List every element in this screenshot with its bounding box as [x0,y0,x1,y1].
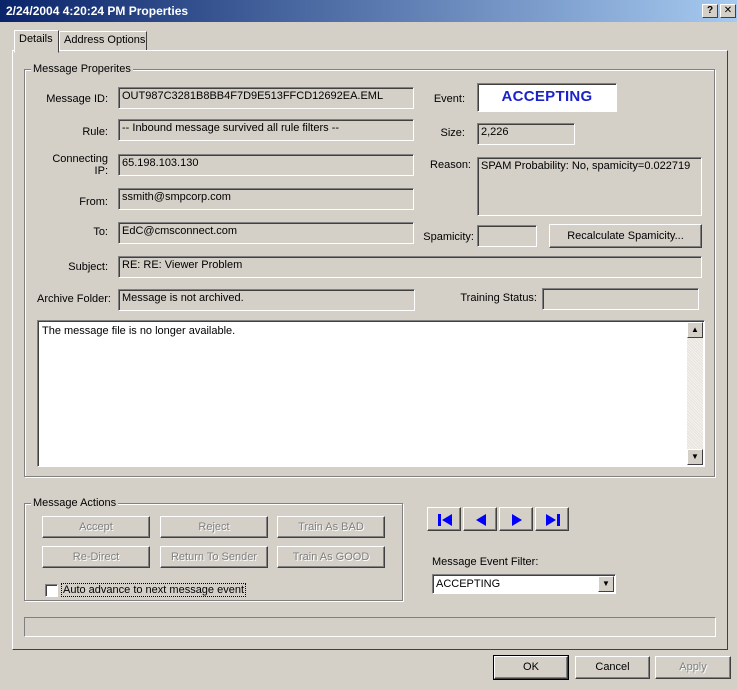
archive-folder-label: Archive Folder: [37,293,111,305]
message-body-text: The message file is no longer available. [42,325,236,337]
next-message-button[interactable] [499,507,533,531]
first-message-button[interactable] [427,507,461,531]
message-body-textarea[interactable]: The message file is no longer available.… [37,320,705,467]
previous-message-button[interactable] [463,507,497,531]
size-label: Size: [440,127,465,139]
redirect-button[interactable]: Re-Direct [42,546,150,568]
skip-to-last-icon [546,514,560,526]
status-bar [24,617,716,637]
message-event-filter-value: ACCEPTING [436,578,501,590]
scroll-down-button[interactable]: ▼ [687,449,703,465]
event-label: Event: [433,93,465,105]
next-icon [512,514,522,526]
auto-advance-checkbox[interactable] [45,584,58,597]
training-status-label: Training Status: [460,292,537,304]
scroll-up-icon: ▲ [691,325,699,334]
return-to-sender-button[interactable]: Return To Sender [160,546,268,568]
previous-icon [476,514,486,526]
train-as-good-button[interactable]: Train As GOOD [277,546,385,568]
to-label: To: [93,226,108,238]
ok-button[interactable]: OK [493,655,569,680]
dropdown-arrow-button[interactable]: ▼ [598,576,614,592]
rule-field: -- Inbound message survived all rule fil… [118,119,414,141]
train-as-bad-button[interactable]: Train As BAD [277,516,385,538]
message-id-label: Message ID: [46,93,108,105]
subject-field: RE: RE: Viewer Problem [118,256,702,278]
auto-advance-label[interactable]: Auto advance to next message event [60,583,247,597]
last-message-button[interactable] [535,507,569,531]
chevron-down-icon: ▼ [602,579,610,588]
reason-label: Reason: [430,159,471,171]
vertical-scrollbar[interactable]: ▲ ▼ [687,322,703,465]
cancel-button[interactable]: Cancel [575,656,650,679]
reject-button[interactable]: Reject [160,516,268,538]
rule-label: Rule: [82,126,108,138]
connecting-ip-field: 65.198.103.130 [118,154,414,176]
to-field: EdC@cmsconnect.com [118,222,414,244]
subject-label: Subject: [68,261,108,273]
connecting-ip-label-line1: Connecting [52,153,108,165]
event-status: ACCEPTING [477,83,617,112]
apply-button[interactable]: Apply [655,656,731,679]
message-actions-group-label: Message Actions [31,497,119,509]
scroll-up-button[interactable]: ▲ [687,322,703,338]
message-event-filter-label: Message Event Filter: [432,556,539,568]
message-event-filter-dropdown[interactable]: ACCEPTING ▼ [432,574,616,594]
spamicity-label: Spamicity: [423,231,474,243]
recalculate-spamicity-button[interactable]: Recalculate Spamicity... [549,224,702,248]
training-status-field [542,288,699,310]
skip-to-first-icon [438,514,452,526]
archive-folder-field: Message is not archived. [118,289,415,311]
reason-field: SPAM Probability: No, spamicity=0.022719 [477,157,702,216]
from-label: From: [79,196,108,208]
scroll-down-icon: ▼ [691,452,699,461]
from-field: ssmith@smpcorp.com [118,188,414,210]
message-id-field: OUT987C3281B8BB4F7D9E513FFCD12692EA.EML [118,87,414,109]
size-field: 2,226 [477,123,575,145]
accept-button[interactable]: Accept [42,516,150,538]
spamicity-field [477,225,537,247]
connecting-ip-label-line2: IP: [94,165,108,177]
